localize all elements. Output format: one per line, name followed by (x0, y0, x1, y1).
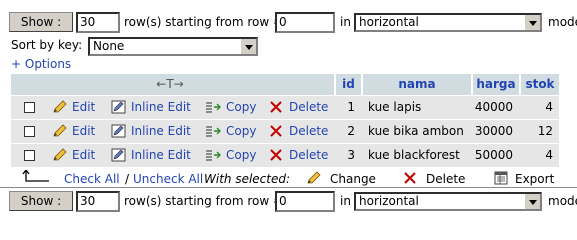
in-label: in (340, 15, 351, 29)
show-button-bottom[interactable]: Show : (9, 191, 73, 211)
cell-harga: 50000 (474, 148, 513, 162)
cell-nama: kue lapis (368, 100, 422, 114)
delete-x-icon (270, 125, 282, 140)
copy-icon (205, 148, 223, 165)
sort-by-key-label: Sort by key: (11, 38, 83, 52)
delete-x-icon (270, 149, 282, 164)
cell-id: 1 (347, 100, 355, 114)
inline-edit-link[interactable]: Inline Edit (131, 124, 191, 138)
check-divider: / (125, 172, 130, 186)
delete-selected-button[interactable]: Delete (426, 172, 465, 186)
display-mode-select-bottom[interactable]: horizontal (354, 192, 542, 211)
row-checkbox[interactable] (24, 126, 35, 137)
copy-link[interactable]: Copy (226, 148, 256, 162)
inline-edit-link[interactable]: Inline Edit (131, 100, 191, 114)
rows-count-input[interactable]: 30 (76, 12, 120, 33)
pencil-icon (52, 148, 68, 165)
cell-harga: 40000 (474, 100, 513, 114)
inline-edit-link[interactable]: Inline Edit (131, 148, 191, 162)
divider (0, 187, 577, 188)
delete-x-icon (404, 172, 416, 184)
arrow-left-up-icon (22, 170, 49, 182)
delete-x-icon (270, 101, 282, 116)
pencil-icon (307, 171, 321, 184)
inline-edit-icon (111, 100, 127, 117)
copy-link[interactable]: Copy (226, 124, 256, 138)
display-mode-select[interactable]: horizontal (354, 13, 542, 32)
check-all-link[interactable]: Check All (64, 172, 120, 186)
chevron-down-icon (240, 39, 256, 54)
pencil-icon (52, 100, 68, 117)
pencil-icon (52, 124, 68, 141)
cell-stok: 4 (545, 100, 553, 114)
rows-label: row(s) starting from row # (124, 15, 284, 29)
inline-edit-icon (111, 148, 127, 165)
cell-id: 2 (347, 124, 355, 138)
mode-label: mode (548, 15, 577, 29)
change-selected-button[interactable]: Change (330, 172, 376, 186)
start-row-input-bottom[interactable]: 0 (275, 191, 335, 212)
edit-link[interactable]: Edit (72, 148, 95, 162)
show-button[interactable]: Show : (9, 12, 73, 32)
sort-by-key-value: None (93, 39, 125, 53)
display-mode-value-bottom: horizontal (359, 194, 419, 208)
row-checkbox[interactable] (24, 150, 35, 161)
edit-link[interactable]: Edit (72, 124, 95, 138)
cell-stok: 12 (537, 124, 553, 138)
inline-edit-icon (111, 124, 127, 141)
column-header-id[interactable]: id (336, 74, 361, 95)
column-header-stok[interactable]: stok (521, 74, 559, 95)
cell-stok: 4 (545, 148, 553, 162)
column-header-harga[interactable]: harga (473, 74, 519, 95)
cell-id: 3 (347, 148, 355, 162)
chevron-down-icon (524, 15, 540, 30)
column-move-arrows[interactable]: ←T→ (130, 74, 210, 95)
rows-label-bottom: row(s) starting from row # (124, 194, 284, 208)
delete-link[interactable]: Delete (289, 124, 328, 138)
chevron-down-icon (524, 194, 540, 209)
edit-link[interactable]: Edit (72, 100, 95, 114)
mode-label-bottom: mode (548, 194, 577, 208)
options-link[interactable]: + Options (11, 57, 71, 71)
with-selected-label: With selected: (204, 172, 291, 186)
display-mode-value: horizontal (359, 15, 419, 29)
rows-count-input-bottom[interactable]: 30 (76, 191, 120, 212)
delete-link[interactable]: Delete (289, 148, 328, 162)
export-selected-button[interactable]: Export (515, 172, 554, 186)
cell-nama: kue bika ambon (368, 124, 464, 138)
copy-link[interactable]: Copy (226, 100, 256, 114)
delete-link[interactable]: Delete (289, 100, 328, 114)
copy-icon (205, 124, 223, 141)
cell-nama: kue blackforest (368, 148, 460, 162)
row-checkbox[interactable] (24, 102, 35, 113)
cell-harga: 30000 (474, 124, 513, 138)
sort-by-key-select[interactable]: None (88, 37, 258, 56)
in-label-bottom: in (340, 194, 351, 208)
column-header-nama[interactable]: nama (363, 74, 471, 95)
copy-icon (205, 100, 223, 117)
start-row-input[interactable]: 0 (275, 12, 335, 33)
export-icon (494, 171, 508, 185)
uncheck-all-link[interactable]: Uncheck All (133, 172, 203, 186)
